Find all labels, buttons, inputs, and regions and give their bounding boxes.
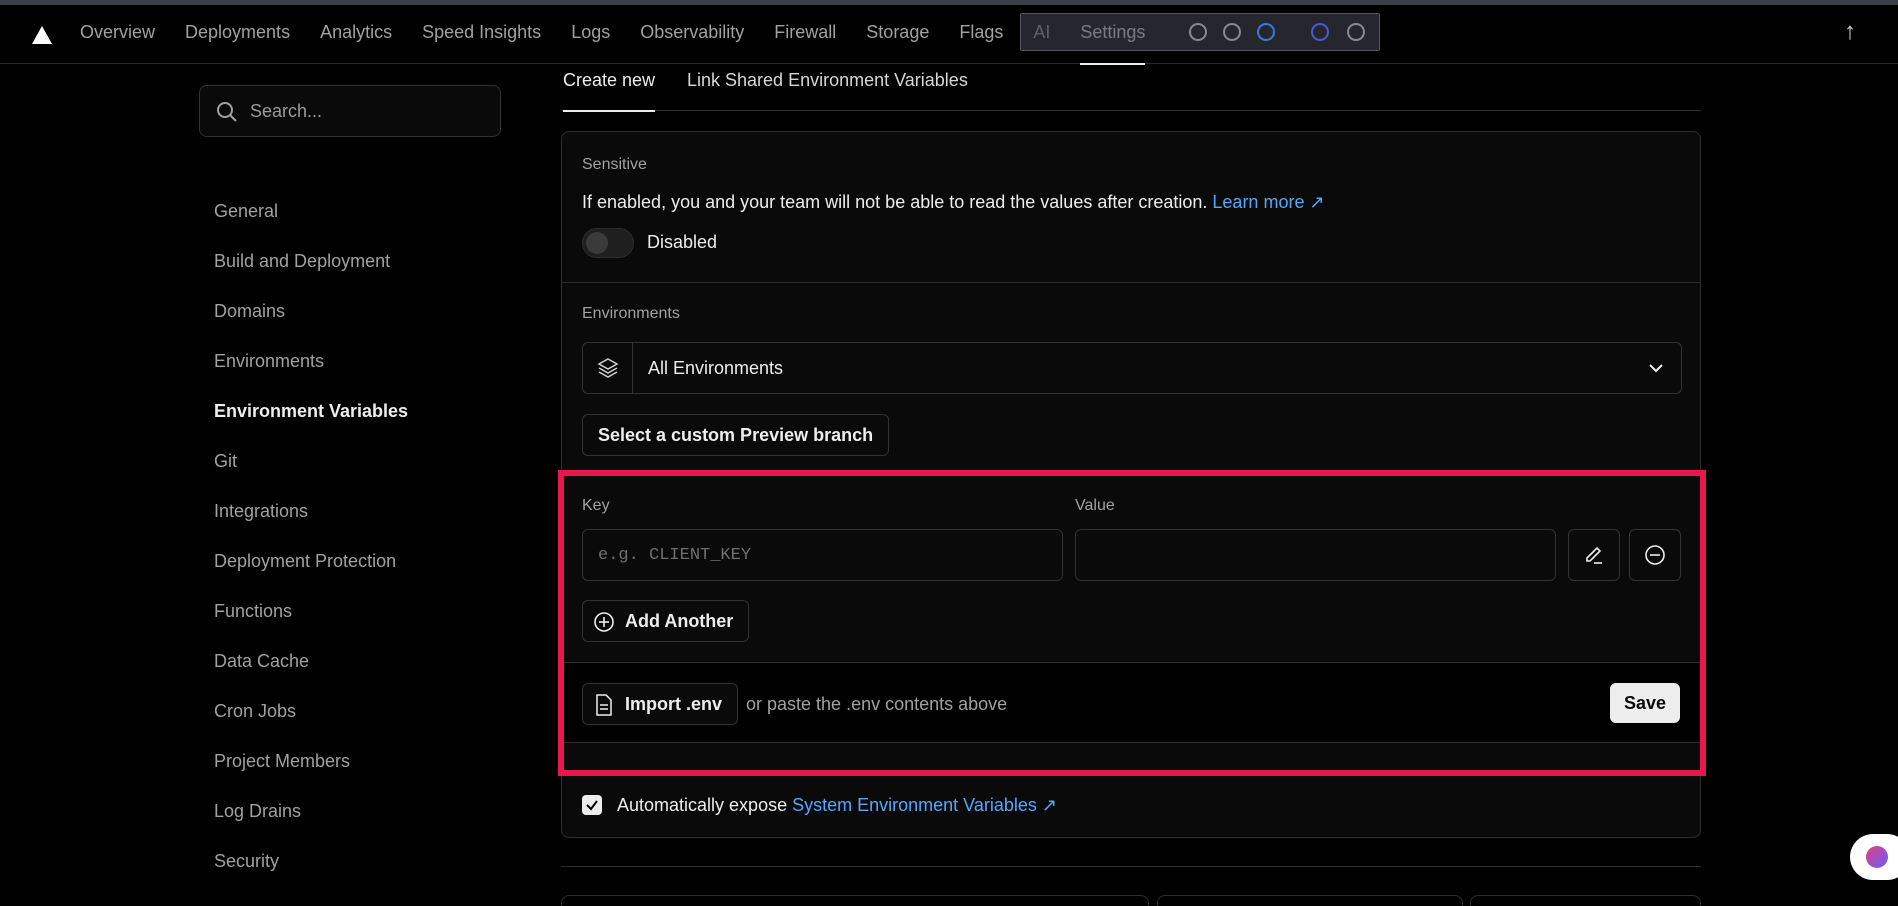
- sidebar-item-git[interactable]: Git: [214, 436, 408, 486]
- search-input[interactable]: [250, 86, 490, 136]
- learn-more-label: Learn more: [1212, 192, 1305, 212]
- sidebar-item-deployment-protection[interactable]: Deployment Protection: [214, 536, 408, 586]
- help-icon[interactable]: [1311, 23, 1329, 41]
- value-label: Value: [1075, 497, 1115, 514]
- value-field[interactable]: [1075, 529, 1556, 581]
- paste-hint: or paste the .env contents above: [746, 694, 1008, 714]
- learn-more-link[interactable]: Learn more ↗: [1212, 192, 1324, 212]
- system-env-vars-link[interactable]: System Environment Variables ↗: [792, 795, 1057, 815]
- nav-deployments[interactable]: Deployments: [170, 0, 305, 64]
- custom-preview-branch-button[interactable]: Select a custom Preview branch: [582, 414, 890, 456]
- nav-storage[interactable]: Storage: [851, 0, 944, 64]
- pencil-icon: [1586, 546, 1602, 564]
- sidebar-item-data-cache[interactable]: Data Cache: [214, 636, 408, 686]
- top-nav-bar: Overview Deployments Analytics Speed Ins…: [0, 0, 1898, 65]
- environments-label: Environments: [582, 305, 680, 322]
- floating-toolbar-overlay: [1020, 13, 1380, 51]
- sidebar-item-general[interactable]: General: [214, 186, 408, 236]
- file-icon: [596, 694, 612, 716]
- section-divider: [562, 472, 1700, 473]
- section-divider: [561, 866, 1701, 867]
- gear-icon[interactable]: [1223, 23, 1241, 41]
- sensitive-toggle[interactable]: [582, 228, 634, 258]
- trophy-icon[interactable]: [1189, 23, 1207, 41]
- arrow-up-icon[interactable]: ↑: [1836, 18, 1864, 46]
- create-env-var-card: Sensitive If enabled, you and your team …: [561, 131, 1701, 838]
- add-another-label: Add Another: [625, 611, 734, 631]
- value-input[interactable]: [1076, 530, 1555, 580]
- expose-system-vars-text: Automatically expose System Environment …: [617, 795, 1057, 816]
- sidebar-item-project-members[interactable]: Project Members: [214, 736, 408, 786]
- import-row: Import .env or paste the .env contents a…: [562, 662, 1700, 743]
- import-env-label: Import .env: [625, 694, 723, 714]
- lower-card: [561, 895, 1149, 906]
- environments-select[interactable]: All Environments: [582, 342, 1682, 394]
- minus-circle-icon: [1645, 545, 1665, 565]
- browser-icon[interactable]: [1257, 23, 1275, 41]
- nav-logs[interactable]: Logs: [556, 0, 625, 64]
- external-link-icon: ↗: [1309, 192, 1325, 212]
- sidebar-item-functions[interactable]: Functions: [214, 586, 408, 636]
- sidebar-item-log-drains[interactable]: Log Drains: [214, 786, 408, 836]
- sidebar-item-integrations[interactable]: Integrations: [214, 486, 408, 536]
- info-icon[interactable]: [1347, 23, 1365, 41]
- key-label: Key: [582, 497, 610, 514]
- expose-label: Automatically expose: [617, 795, 788, 815]
- nav-speed-insights[interactable]: Speed Insights: [407, 0, 556, 64]
- section-divider: [562, 282, 1700, 283]
- system-env-vars-label: System Environment Variables: [792, 795, 1037, 815]
- add-another-button[interactable]: Add Another: [582, 600, 750, 642]
- sidebar-item-build-and-deployment[interactable]: Build and Deployment: [214, 236, 408, 286]
- settings-sidebar: General Build and Deployment Domains Env…: [214, 186, 408, 886]
- nav-firewall[interactable]: Firewall: [759, 0, 851, 64]
- assistant-button[interactable]: [1850, 834, 1898, 880]
- save-button[interactable]: Save: [1609, 683, 1680, 723]
- vercel-logo-icon[interactable]: [32, 26, 52, 44]
- sensitive-description: If enabled, you and your team will not b…: [582, 192, 1325, 213]
- layers-icon-box: [583, 343, 633, 393]
- sidebar-item-cron-jobs[interactable]: Cron Jobs: [214, 686, 408, 736]
- brain-icon: [1866, 846, 1888, 868]
- lower-card: [1157, 895, 1463, 906]
- sidebar-item-security[interactable]: Security: [214, 836, 408, 886]
- search-icon: [217, 102, 237, 122]
- sidebar-item-environment-variables[interactable]: Environment Variables: [214, 386, 408, 436]
- toggle-state-label: Disabled: [647, 232, 718, 252]
- import-env-button[interactable]: Import .env: [582, 683, 739, 725]
- toggle-knob: [586, 232, 608, 254]
- check-icon: [586, 800, 598, 811]
- main-nav: Overview Deployments Analytics Speed Ins…: [80, 0, 1160, 65]
- env-var-tabs: Create new Link Shared Environment Varia…: [561, 60, 1701, 112]
- nav-overview[interactable]: Overview: [80, 0, 170, 64]
- nav-observability[interactable]: Observability: [625, 0, 759, 64]
- remove-button[interactable]: [1629, 529, 1681, 581]
- nav-analytics[interactable]: Analytics: [305, 0, 407, 64]
- expose-system-vars-checkbox[interactable]: [582, 795, 602, 815]
- tab-link-shared[interactable]: Link Shared Environment Variables: [687, 60, 968, 111]
- environments-selected: All Environments: [648, 358, 784, 378]
- sidebar-item-domains[interactable]: Domains: [214, 286, 408, 336]
- key-field[interactable]: [582, 529, 1063, 581]
- tab-create-new[interactable]: Create new: [563, 60, 656, 112]
- plus-circle-icon: [594, 612, 614, 632]
- layers-icon: [597, 358, 619, 378]
- external-link-icon: ↗: [1041, 795, 1057, 815]
- lower-card: [1470, 895, 1701, 906]
- sidebar-item-environments[interactable]: Environments: [214, 336, 408, 386]
- sensitive-description-text: If enabled, you and your team will not b…: [582, 192, 1208, 212]
- sidebar-search[interactable]: [199, 85, 501, 137]
- sensitive-label: Sensitive: [582, 156, 647, 173]
- key-input[interactable]: [583, 530, 1062, 580]
- chevron-down-icon: [1649, 364, 1663, 373]
- edit-button[interactable]: [1568, 529, 1620, 581]
- nav-flags[interactable]: Flags: [944, 0, 1018, 64]
